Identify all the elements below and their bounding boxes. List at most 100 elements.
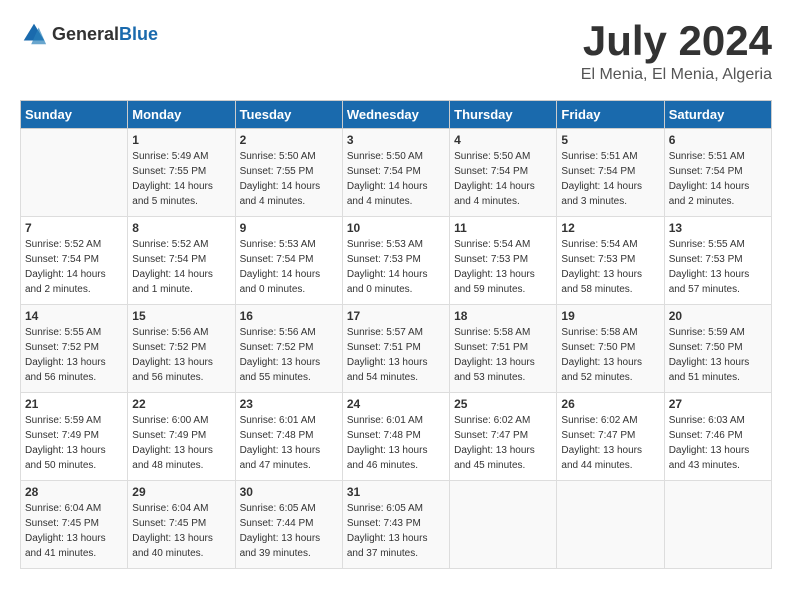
calendar-table: SundayMondayTuesdayWednesdayThursdayFrid… [20,100,772,569]
day-number: 3 [347,133,445,147]
day-info: Sunrise: 6:05 AM Sunset: 7:43 PM Dayligh… [347,501,445,561]
day-number: 8 [132,221,230,235]
day-info: Sunrise: 6:02 AM Sunset: 7:47 PM Dayligh… [454,413,552,473]
calendar-cell: 30 Sunrise: 6:05 AM Sunset: 7:44 PM Dayli… [235,481,342,569]
calendar-cell: 4 Sunrise: 5:50 AM Sunset: 7:54 PM Daylig… [450,129,557,217]
day-number: 27 [669,397,767,411]
calendar-cell: 25 Sunrise: 6:02 AM Sunset: 7:47 PM Dayli… [450,393,557,481]
calendar-cell: 3Sunrise: 5:50 AM Sunset: 7:54 PM Daylig… [342,129,449,217]
calendar-cell: 21 Sunrise: 5:59 AM Sunset: 7:49 PM Dayli… [21,393,128,481]
calendar-cell: 14 Sunrise: 5:55 AM Sunset: 7:52 PM Dayli… [21,305,128,393]
day-number: 26 [561,397,659,411]
day-info: Sunrise: 5:59 AM Sunset: 7:49 PM Dayligh… [25,413,123,473]
calendar-cell: 17 Sunrise: 5:57 AM Sunset: 7:51 PM Dayli… [342,305,449,393]
logo-icon [20,20,48,48]
calendar-cell [450,481,557,569]
day-info: Sunrise: 6:04 AM Sunset: 7:45 PM Dayligh… [25,501,123,561]
month-title: July 2024 [581,20,772,62]
day-info: Sunrise: 5:53 AM Sunset: 7:53 PM Dayligh… [347,237,445,297]
day-info: Sunrise: 5:51 AM Sunset: 7:54 PM Dayligh… [669,149,767,209]
day-info: Sunrise: 6:05 AM Sunset: 7:44 PM Dayligh… [240,501,338,561]
calendar-cell: 15 Sunrise: 5:56 AM Sunset: 7:52 PM Dayli… [128,305,235,393]
week-row-1: 1 Sunrise: 5:49 AM Sunset: 7:55 PM Daylig… [21,129,772,217]
calendar-cell: 19Sunrise: 5:58 AM Sunset: 7:50 PM Dayli… [557,305,664,393]
day-number: 30 [240,485,338,499]
day-number: 17 [347,309,445,323]
day-number: 4 [454,133,552,147]
day-number: 31 [347,485,445,499]
calendar-cell: 23 Sunrise: 6:01 AM Sunset: 7:48 PM Dayli… [235,393,342,481]
day-info: Sunrise: 5:50 AM Sunset: 7:54 PM Dayligh… [454,149,552,209]
day-number: 29 [132,485,230,499]
day-info: Sunrise: 6:01 AM Sunset: 7:48 PM Dayligh… [240,413,338,473]
day-number: 25 [454,397,552,411]
day-number: 20 [669,309,767,323]
day-header-tuesday: Tuesday [235,101,342,129]
calendar-cell: 27Sunrise: 6:03 AM Sunset: 7:46 PM Dayli… [664,393,771,481]
day-info: Sunrise: 5:56 AM Sunset: 7:52 PM Dayligh… [132,325,230,385]
week-row-3: 14 Sunrise: 5:55 AM Sunset: 7:52 PM Dayli… [21,305,772,393]
day-info: Sunrise: 5:54 AM Sunset: 7:53 PM Dayligh… [561,237,659,297]
day-info: Sunrise: 5:52 AM Sunset: 7:54 PM Dayligh… [132,237,230,297]
calendar-cell: 11Sunrise: 5:54 AM Sunset: 7:53 PM Dayli… [450,217,557,305]
calendar-cell: 29 Sunrise: 6:04 AM Sunset: 7:45 PM Dayli… [128,481,235,569]
day-number: 13 [669,221,767,235]
day-info: Sunrise: 5:59 AM Sunset: 7:50 PM Dayligh… [669,325,767,385]
calendar-cell: 20 Sunrise: 5:59 AM Sunset: 7:50 PM Dayli… [664,305,771,393]
day-number: 16 [240,309,338,323]
calendar-cell: 31 Sunrise: 6:05 AM Sunset: 7:43 PM Dayli… [342,481,449,569]
day-header-saturday: Saturday [664,101,771,129]
day-info: Sunrise: 5:54 AM Sunset: 7:53 PM Dayligh… [454,237,552,297]
day-number: 1 [132,133,230,147]
day-number: 10 [347,221,445,235]
day-header-thursday: Thursday [450,101,557,129]
location-title: El Menia, El Menia, Algeria [581,66,772,84]
day-info: Sunrise: 5:50 AM Sunset: 7:55 PM Dayligh… [240,149,338,209]
calendar-cell: 18 Sunrise: 5:58 AM Sunset: 7:51 PM Dayli… [450,305,557,393]
calendar-cell: 24Sunrise: 6:01 AM Sunset: 7:48 PM Dayli… [342,393,449,481]
day-number: 15 [132,309,230,323]
day-info: Sunrise: 5:56 AM Sunset: 7:52 PM Dayligh… [240,325,338,385]
day-number: 2 [240,133,338,147]
calendar-cell: 6 Sunrise: 5:51 AM Sunset: 7:54 PM Daylig… [664,129,771,217]
calendar-cell: 2 Sunrise: 5:50 AM Sunset: 7:55 PM Daylig… [235,129,342,217]
day-info: Sunrise: 6:04 AM Sunset: 7:45 PM Dayligh… [132,501,230,561]
day-number: 5 [561,133,659,147]
week-row-4: 21 Sunrise: 5:59 AM Sunset: 7:49 PM Dayli… [21,393,772,481]
day-number: 21 [25,397,123,411]
title-area: July 2024 El Menia, El Menia, Algeria [581,20,772,84]
calendar-cell: 22Sunrise: 6:00 AM Sunset: 7:49 PM Dayli… [128,393,235,481]
calendar-cell: 13Sunrise: 5:55 AM Sunset: 7:53 PM Dayli… [664,217,771,305]
calendar-cell [557,481,664,569]
calendar-cell [664,481,771,569]
day-info: Sunrise: 5:58 AM Sunset: 7:51 PM Dayligh… [454,325,552,385]
day-number: 18 [454,309,552,323]
logo-text-blue: Blue [119,24,158,45]
header: General Blue July 2024 El Menia, El Meni… [20,20,772,84]
day-info: Sunrise: 5:57 AM Sunset: 7:51 PM Dayligh… [347,325,445,385]
day-number: 12 [561,221,659,235]
day-number: 6 [669,133,767,147]
day-info: Sunrise: 5:51 AM Sunset: 7:54 PM Dayligh… [561,149,659,209]
day-header-monday: Monday [128,101,235,129]
day-number: 28 [25,485,123,499]
day-info: Sunrise: 5:55 AM Sunset: 7:52 PM Dayligh… [25,325,123,385]
calendar-cell: 10 Sunrise: 5:53 AM Sunset: 7:53 PM Dayli… [342,217,449,305]
calendar-cell: 12 Sunrise: 5:54 AM Sunset: 7:53 PM Dayli… [557,217,664,305]
calendar-cell: 26 Sunrise: 6:02 AM Sunset: 7:47 PM Dayli… [557,393,664,481]
day-header-sunday: Sunday [21,101,128,129]
day-number: 23 [240,397,338,411]
day-info: Sunrise: 5:58 AM Sunset: 7:50 PM Dayligh… [561,325,659,385]
logo: General Blue [20,20,158,48]
calendar-cell: 1 Sunrise: 5:49 AM Sunset: 7:55 PM Daylig… [128,129,235,217]
week-row-5: 28 Sunrise: 6:04 AM Sunset: 7:45 PM Dayli… [21,481,772,569]
day-info: Sunrise: 6:01 AM Sunset: 7:48 PM Dayligh… [347,413,445,473]
day-header-wednesday: Wednesday [342,101,449,129]
calendar-cell: 5 Sunrise: 5:51 AM Sunset: 7:54 PM Daylig… [557,129,664,217]
day-info: Sunrise: 6:02 AM Sunset: 7:47 PM Dayligh… [561,413,659,473]
day-info: Sunrise: 5:53 AM Sunset: 7:54 PM Dayligh… [240,237,338,297]
day-number: 9 [240,221,338,235]
day-number: 14 [25,309,123,323]
calendar-cell: 9 Sunrise: 5:53 AM Sunset: 7:54 PM Daylig… [235,217,342,305]
day-info: Sunrise: 5:49 AM Sunset: 7:55 PM Dayligh… [132,149,230,209]
